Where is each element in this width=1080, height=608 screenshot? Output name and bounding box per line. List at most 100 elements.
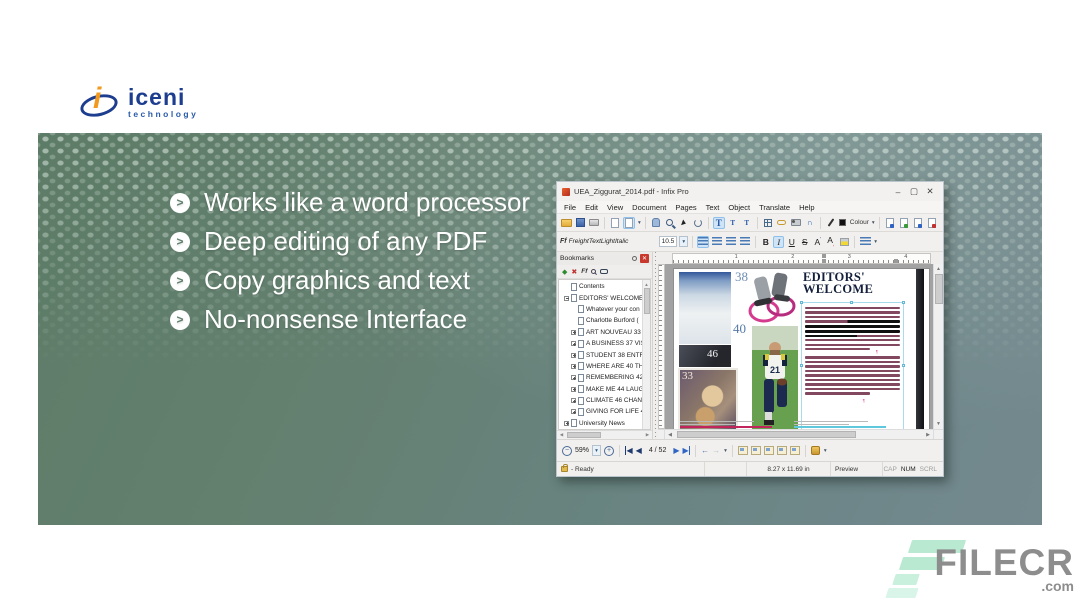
menu-edit[interactable]: Edit bbox=[585, 203, 598, 212]
stamp-tool-icon[interactable] bbox=[811, 446, 820, 455]
chevron-down-icon[interactable]: ▾ bbox=[724, 448, 727, 454]
scroll-thumb[interactable] bbox=[677, 431, 856, 438]
scroll-thumb[interactable] bbox=[935, 274, 943, 304]
zoom-dropdown[interactable]: ▾ bbox=[592, 445, 601, 456]
bookmark-item[interactable]: STUDENT 38 ENTRI bbox=[559, 349, 642, 360]
export-translation-icon[interactable] bbox=[912, 217, 924, 229]
facing-pages-layout-icon[interactable] bbox=[764, 446, 774, 455]
zoom-in-button[interactable]: + bbox=[604, 446, 614, 456]
expand-icon[interactable] bbox=[571, 387, 576, 392]
expand-icon[interactable] bbox=[571, 353, 576, 358]
bookmark-item[interactable]: Contents bbox=[559, 281, 642, 292]
bookmark-item[interactable]: University News bbox=[559, 418, 642, 429]
expand-icon[interactable] bbox=[571, 364, 576, 369]
scroll-up-icon[interactable]: ▲ bbox=[936, 264, 941, 274]
scroll-right-icon[interactable]: ▶ bbox=[643, 432, 652, 438]
bookmark-font-icon[interactable]: Ff bbox=[581, 268, 587, 275]
page-view-icon[interactable] bbox=[623, 217, 635, 229]
add-bookmark-icon[interactable]: ◆ bbox=[562, 268, 567, 276]
maximize-button[interactable]: ▢ bbox=[906, 186, 922, 197]
bookmark-item[interactable]: REMEMBERING 42 I bbox=[559, 372, 642, 383]
remove-translation-icon[interactable] bbox=[926, 217, 938, 229]
scroll-left-icon[interactable]: ◀ bbox=[557, 432, 566, 438]
text-tool-icon[interactable]: T bbox=[713, 217, 725, 229]
new-page-icon[interactable] bbox=[609, 217, 621, 229]
expand-icon[interactable] bbox=[564, 421, 569, 426]
title-bar[interactable]: UEA_Ziggurat_2014.pdf - Infix Pro – ▢ ✕ bbox=[557, 182, 943, 201]
expand-icon[interactable] bbox=[571, 341, 576, 346]
scroll-thumb[interactable] bbox=[567, 432, 601, 438]
pin-icon[interactable] bbox=[632, 256, 637, 261]
page-indicator[interactable]: 4 / 52 bbox=[649, 447, 667, 454]
crop-tool-icon[interactable] bbox=[762, 217, 774, 229]
bookmarks-vertical-scrollbar[interactable]: ▲ bbox=[642, 280, 650, 429]
document-vertical-scrollbar[interactable]: ▲ ▼ bbox=[933, 264, 943, 429]
scroll-thumb[interactable] bbox=[644, 288, 650, 314]
zoom-out-button[interactable]: − bbox=[562, 446, 572, 456]
import-translation-icon[interactable] bbox=[898, 217, 910, 229]
pdf-page[interactable]: 38 40 46 33 bbox=[673, 268, 930, 429]
continuous-facing-layout-icon[interactable] bbox=[777, 446, 787, 455]
line-spacing-icon[interactable] bbox=[859, 236, 871, 248]
next-page-button[interactable]: ▶ bbox=[673, 446, 679, 455]
scroll-up-icon[interactable]: ▲ bbox=[644, 280, 648, 288]
tab-marker[interactable] bbox=[894, 259, 898, 263]
scroll-left-icon[interactable]: ◀ bbox=[665, 430, 675, 439]
first-page-button[interactable]: ◀ bbox=[625, 446, 633, 455]
panel-close-icon[interactable]: ✕ bbox=[640, 254, 649, 263]
menu-view[interactable]: View bbox=[607, 203, 623, 212]
chevron-down-icon[interactable]: ▾ bbox=[874, 239, 877, 245]
align-right-icon[interactable] bbox=[725, 236, 737, 248]
bookmark-item[interactable]: A BUSINESS 37 VISI bbox=[559, 338, 642, 349]
chevron-down-icon[interactable]: ▾ bbox=[824, 448, 827, 454]
find-icon[interactable] bbox=[600, 269, 608, 274]
bookmark-item[interactable]: CLIMATE 46 CHAN bbox=[559, 395, 642, 406]
select-tool-icon[interactable] bbox=[678, 217, 690, 229]
font-name-select[interactable]: FreightTextLightItalic bbox=[569, 238, 657, 245]
subscript-button[interactable]: A, bbox=[825, 235, 836, 248]
translate-document-icon[interactable] bbox=[884, 217, 896, 229]
bookmark-item[interactable]: WHERE ARE 40 THE bbox=[559, 361, 642, 372]
superscript-button[interactable]: A' bbox=[812, 237, 823, 247]
close-button[interactable]: ✕ bbox=[922, 186, 938, 197]
menu-pages[interactable]: Pages bbox=[675, 203, 696, 212]
selected-text-frame[interactable]: ¶ ¶ bbox=[801, 302, 904, 429]
expand-icon[interactable] bbox=[571, 330, 576, 335]
bookmark-item[interactable]: GIVING FOR LIFE 45 bbox=[559, 406, 642, 417]
font-size-input[interactable]: 10.5 bbox=[659, 236, 678, 247]
bookmark-item[interactable]: ART NOUVEAU 33 bbox=[559, 327, 642, 338]
colour-swatch[interactable] bbox=[839, 219, 846, 226]
path-tool-icon[interactable]: ∩ bbox=[804, 217, 816, 229]
bookmark-item[interactable]: Charlotte Burford ( bbox=[559, 315, 642, 326]
menu-document[interactable]: Document bbox=[632, 203, 666, 212]
menu-translate[interactable]: Translate bbox=[759, 203, 790, 212]
tab-marker[interactable] bbox=[822, 254, 826, 258]
colour-label[interactable]: Colour bbox=[850, 219, 869, 226]
scroll-right-icon[interactable]: ▶ bbox=[923, 430, 933, 439]
chevron-down-icon[interactable]: ▾ bbox=[872, 220, 875, 226]
font-size-dropdown[interactable]: ▾ bbox=[679, 236, 688, 247]
expand-icon[interactable] bbox=[571, 375, 576, 380]
align-left-icon[interactable] bbox=[697, 236, 709, 248]
expand-icon[interactable] bbox=[571, 398, 576, 403]
camera-tool-icon[interactable] bbox=[790, 217, 802, 229]
hand-tool-icon[interactable] bbox=[650, 217, 662, 229]
minimize-button[interactable]: – bbox=[890, 187, 906, 197]
menu-object[interactable]: Object bbox=[728, 203, 750, 212]
zoom-tool-icon[interactable] bbox=[664, 217, 676, 229]
document-horizontal-scrollbar[interactable]: ◀ ▶ bbox=[658, 429, 943, 439]
previous-page-button[interactable]: ◀ bbox=[636, 446, 642, 455]
delete-bookmark-icon[interactable]: ✖ bbox=[571, 268, 577, 276]
full-screen-layout-icon[interactable] bbox=[790, 446, 800, 455]
single-page-layout-icon[interactable] bbox=[738, 446, 748, 455]
page-canvas[interactable]: 38 40 46 33 bbox=[665, 264, 933, 429]
last-page-button[interactable]: ▶ bbox=[683, 446, 691, 455]
highlighter-icon[interactable] bbox=[838, 236, 850, 248]
vertical-text-tool-icon[interactable]: T bbox=[741, 217, 753, 229]
expand-icon[interactable] bbox=[571, 409, 576, 414]
scroll-down-icon[interactable]: ▼ bbox=[936, 419, 941, 429]
collapse-icon[interactable] bbox=[564, 296, 569, 301]
chevron-down-icon[interactable]: ▾ bbox=[638, 220, 641, 226]
menu-help[interactable]: Help bbox=[799, 203, 814, 212]
strikethrough-button[interactable]: S bbox=[799, 237, 810, 247]
